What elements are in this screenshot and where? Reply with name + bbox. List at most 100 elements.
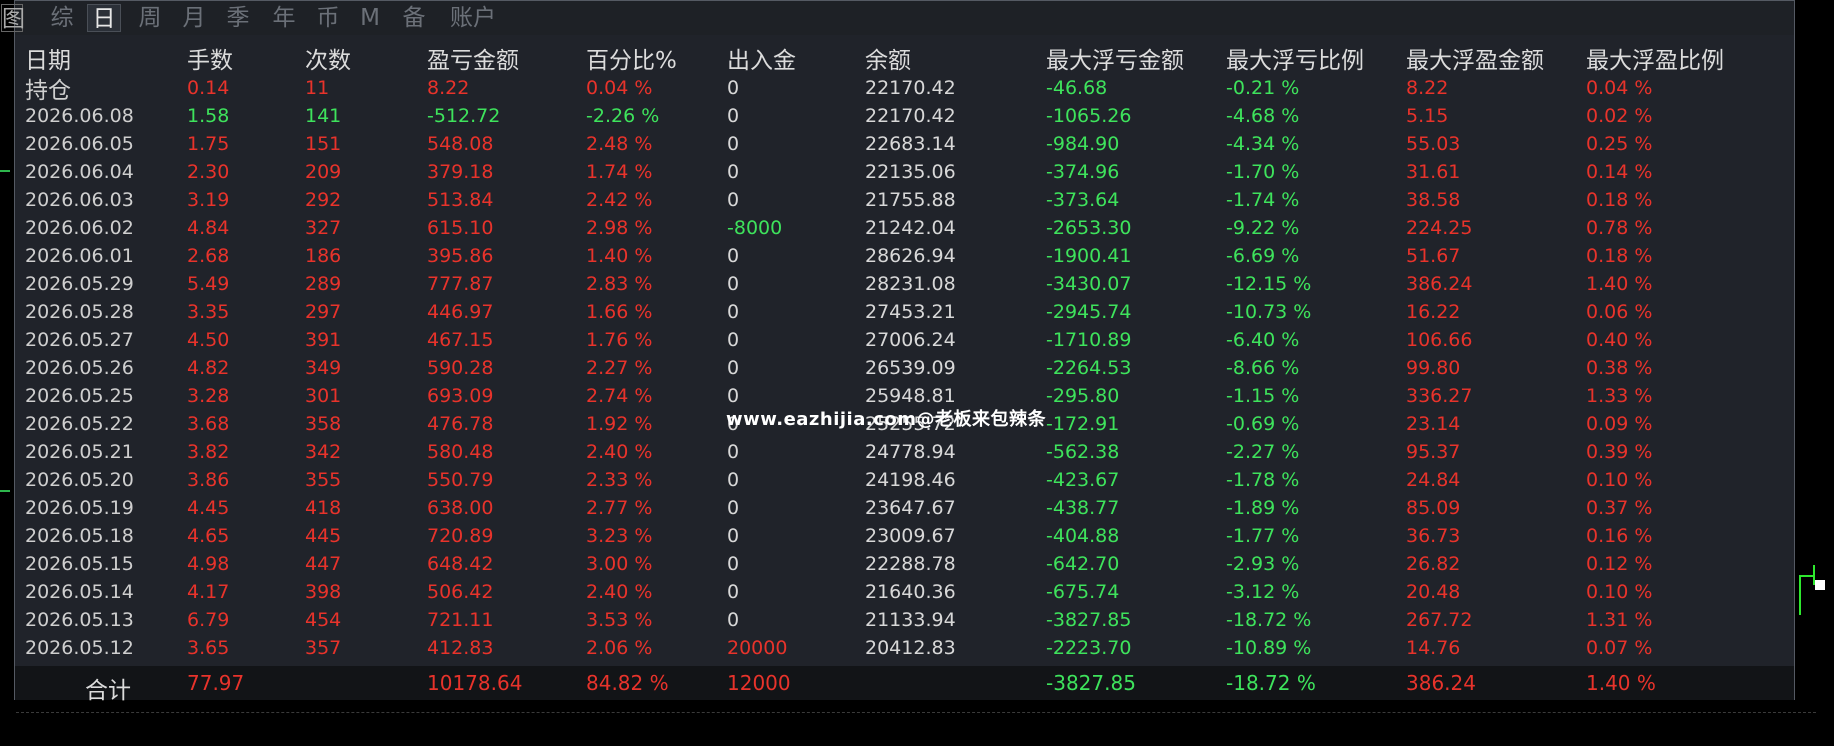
table-row[interactable]: 2026.05.26 4.82 349 590.28 2.27 % 0 26539.09 -2…	[15, 355, 1794, 383]
cell-maxloss-pct: -4.68 %	[1226, 105, 1300, 127]
tab-period[interactable]: 币	[311, 4, 345, 32]
column-header[interactable]: 最大浮盈金额	[1406, 41, 1544, 75]
cell-pnl: 638.00	[427, 497, 494, 519]
table-row[interactable]: 2026.05.18 4.65 445 720.89 3.23 % 0 23009.67 -4…	[15, 523, 1794, 551]
cell-count: 355	[305, 469, 342, 491]
cell-lots: 4.50	[187, 329, 230, 351]
cell-date: 2026.05.13	[25, 609, 134, 631]
cell-balance: 22170.42	[865, 105, 956, 127]
table-row[interactable]: 2026.05.14 4.17 398 506.42 2.40 % 0 21640.36 -6…	[15, 579, 1794, 607]
column-header[interactable]: 最大浮盈比例	[1586, 41, 1724, 75]
cell-maxprofit-pct: 0.18 %	[1586, 245, 1653, 267]
cell-lots: 4.82	[187, 357, 230, 379]
cell-lots: 3.28	[187, 385, 230, 407]
cell-pnl: 412.83	[427, 637, 494, 659]
table-row[interactable]: 2026.05.13 6.79 454 721.11 3.53 % 0 21133.94 -3…	[15, 607, 1794, 635]
table-row[interactable]: 2026.05.19 4.45 418 638.00 2.77 % 0 23647.67 -4…	[15, 495, 1794, 523]
cell-maxprofit: 224.25	[1406, 217, 1473, 239]
table-row[interactable]: 2026.06.05 1.75 151 548.08 2.48 % 0 22683.14 -9…	[15, 131, 1794, 159]
cell-count: 292	[305, 189, 342, 211]
cell-maxloss: -675.74	[1046, 581, 1120, 603]
cell-lots: 0.14	[187, 77, 230, 99]
cell-date: 2026.06.02	[25, 217, 134, 239]
cell-maxprofit: 55.03	[1406, 133, 1461, 155]
table-row[interactable]: 2026.05.20 3.86 355 550.79 2.33 % 0 24198.46 -4…	[15, 467, 1794, 495]
tab-period[interactable]: 图	[1, 4, 25, 32]
column-header[interactable]: 最大浮亏金额	[1046, 41, 1184, 75]
table-row[interactable]: 2026.06.08 1.58 141 -512.72 -2.26 % 0 22170.42…	[15, 103, 1794, 131]
table-row[interactable]: 2026.05.21 3.82 342 580.48 2.40 % 0 24778.94 -5…	[15, 439, 1794, 467]
cell-maxloss-pct: -0.69 %	[1226, 413, 1300, 435]
cell-maxloss-pct: -1.77 %	[1226, 525, 1300, 547]
tab-period[interactable]: 周	[133, 4, 167, 32]
column-header[interactable]: 余额	[865, 41, 911, 75]
cell-maxloss: -984.90	[1046, 133, 1120, 155]
table-row[interactable]: 2026.05.12 3.65 357 412.83 2.06 % 20000 20412.…	[15, 635, 1794, 663]
cell-lots: 2.30	[187, 161, 230, 183]
cell-date: 2026.05.15	[25, 553, 134, 575]
price-tick-mark	[0, 490, 10, 492]
table-row[interactable]: 2026.05.27 4.50 391 467.15 1.76 % 0 27006.24 -1…	[15, 327, 1794, 355]
tab-period[interactable]: 月	[177, 4, 211, 32]
cell-maxloss: -3430.07	[1046, 273, 1132, 295]
cell-maxloss: -2945.74	[1046, 301, 1132, 323]
tab-period[interactable]: 账户	[443, 4, 503, 32]
column-header[interactable]: 出入金	[727, 41, 796, 75]
tab-period[interactable]: 年	[267, 4, 301, 32]
cell-flow: 20000	[727, 637, 788, 659]
cell-pnl: 590.28	[427, 357, 494, 379]
column-header[interactable]: 日期	[25, 41, 71, 75]
column-header[interactable]: 百分比%	[586, 41, 677, 75]
table-row[interactable]: 2026.05.15 4.98 447 648.42 3.00 % 0 22288.78 -6…	[15, 551, 1794, 579]
period-tab-bar: 图综日周月季年币 M 备账户	[1, 1, 1794, 35]
cell-pnl: 550.79	[427, 469, 494, 491]
tab-period[interactable]: 综	[45, 4, 79, 32]
cell-date: 2026.05.20	[25, 469, 134, 491]
table-row[interactable]: 2026.06.03 3.19 292 513.84 2.42 % 0 21755.88 -3…	[15, 187, 1794, 215]
cell-pct: 2.48 %	[586, 133, 653, 155]
tab-period[interactable]: 备	[397, 4, 431, 32]
cell-flow: 0	[727, 245, 740, 267]
cell-maxloss: -295.80	[1046, 385, 1120, 407]
cell-balance: 21133.94	[865, 609, 956, 631]
column-header[interactable]: 次数	[305, 41, 351, 75]
cell-date: 2026.06.04	[25, 161, 134, 183]
column-header[interactable]: 手数	[187, 41, 233, 75]
tab-period[interactable]: 日	[87, 4, 121, 32]
cell-flow: 0	[727, 525, 740, 547]
cell-count: 454	[305, 609, 342, 631]
cell-count: 141	[305, 105, 342, 127]
cell-lots: 4.65	[187, 525, 230, 547]
cell-pct: 2.98 %	[586, 217, 653, 239]
cell-maxprofit: 106.66	[1406, 329, 1473, 351]
cell-flow: 0	[727, 189, 740, 211]
cell-flow: 0	[727, 553, 740, 575]
table-row[interactable]: 持仓 0.14 11 8.22 0.04 % 0 22170.42 -46.68 -0.21 %…	[15, 75, 1794, 104]
cell-maxprofit: 20.48	[1406, 581, 1461, 603]
cell-count: 297	[305, 301, 342, 323]
cell-pnl: 506.42	[427, 581, 494, 603]
cell-lots: 1.75	[187, 133, 230, 155]
cell-maxprofit-pct: 1.31 %	[1586, 609, 1653, 631]
table-row[interactable]: 2026.06.01 2.68 186 395.86 1.40 % 0 28626.94 -1…	[15, 243, 1794, 271]
cell-maxloss: -562.38	[1046, 441, 1120, 463]
cell-pct: 1.76 %	[586, 329, 653, 351]
table-row[interactable]: 2026.06.02 4.84 327 615.10 2.98 % -8000 21242.…	[15, 215, 1794, 243]
cell-maxloss-pct: -6.40 %	[1226, 329, 1300, 351]
cell-lots: 4.84	[187, 217, 230, 239]
cell-maxprofit: 36.73	[1406, 525, 1461, 547]
column-header[interactable]: 最大浮亏比例	[1226, 41, 1364, 75]
column-header[interactable]: 盈亏金额	[427, 41, 519, 75]
cell-balance: 22170.42	[865, 77, 956, 99]
cell-maxprofit-pct: 0.10 %	[1586, 581, 1653, 603]
tab-period[interactable]: 季	[221, 4, 255, 32]
table-row[interactable]: 2026.05.28 3.35 297 446.97 1.66 % 0 27453.21 -2…	[15, 299, 1794, 327]
cell-maxprofit: 51.67	[1406, 245, 1461, 267]
table-row[interactable]: 2026.06.04 2.30 209 379.18 1.74 % 0 22135.06 -3…	[15, 159, 1794, 187]
cell-maxloss: -2653.30	[1046, 217, 1132, 239]
tab-period[interactable]: M	[355, 4, 385, 32]
cell-flow: 0	[727, 357, 740, 379]
table-row[interactable]: 2026.05.29 5.49 289 777.87 2.83 % 0 28231.08 -3…	[15, 271, 1794, 299]
cell-date: 2026.05.28	[25, 301, 134, 323]
cell-pct: 3.53 %	[586, 609, 653, 631]
